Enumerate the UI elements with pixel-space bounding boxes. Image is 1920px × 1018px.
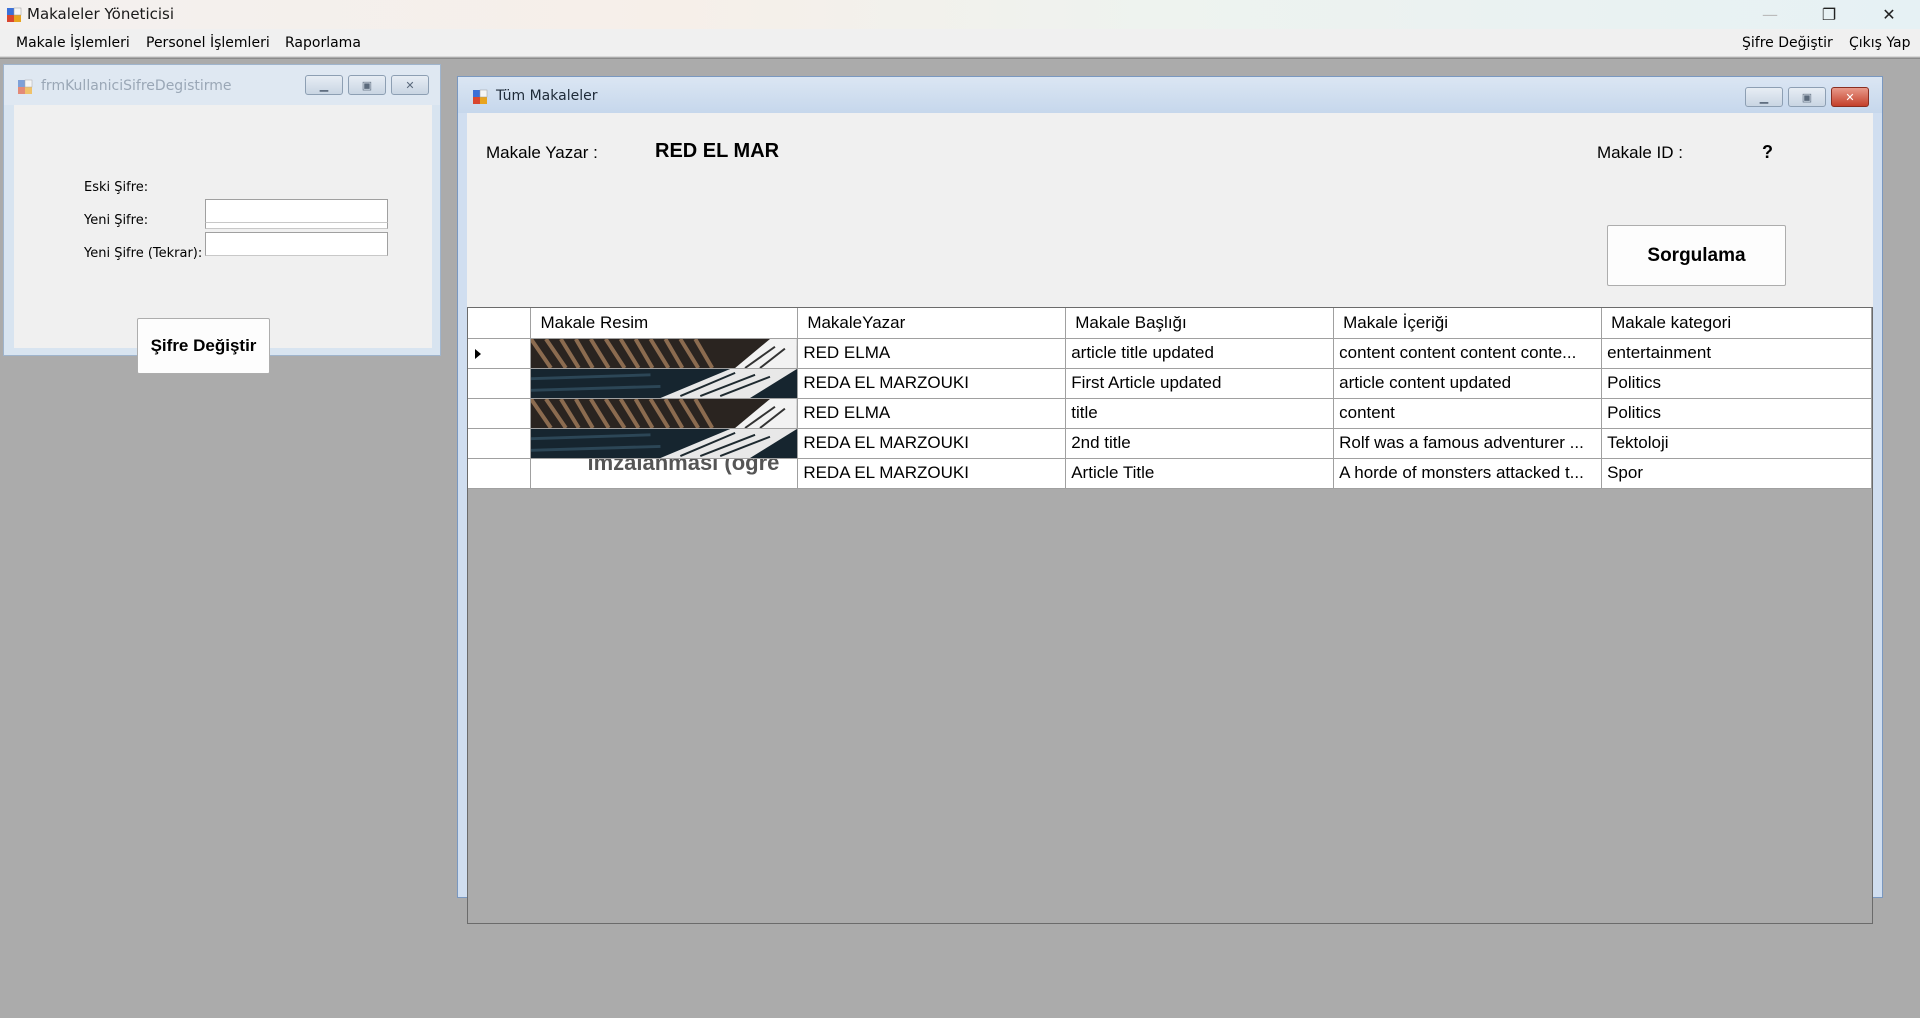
cell-title[interactable]: Article Title <box>1065 458 1335 489</box>
cell-category[interactable]: Politics <box>1601 368 1872 399</box>
table-row[interactable]: imzalanması (öğre REDA EL MARZOUKI Artic… <box>468 458 1872 489</box>
article-image-cell[interactable] <box>530 338 799 369</box>
repeat-password-input[interactable] <box>205 232 388 256</box>
cell-category[interactable]: Tektoloji <box>1601 428 1872 459</box>
password-window-title: frmKullaniciSifreDegistirme <box>41 78 232 94</box>
row-header[interactable] <box>468 428 532 459</box>
menu-cikis-yap[interactable]: Çıkış Yap <box>1849 35 1911 51</box>
restore-icon[interactable]: ❐ <box>1806 0 1852 29</box>
old-password-label: Eski Şifre: <box>84 180 149 195</box>
articles-grid[interactable]: Makale Resim MakaleYazar Makale Başlığı … <box>467 307 1873 924</box>
table-row[interactable]: RED ELMA article title updated content c… <box>468 338 1872 369</box>
row-header[interactable] <box>468 398 532 429</box>
table-row[interactable]: RED ELMA title content Politics <box>468 398 1872 429</box>
menu-bar: Makale İşlemleri Personel İşlemleri Rapo… <box>0 29 1920 57</box>
row-header-corner <box>468 308 532 339</box>
article-image-cell[interactable] <box>530 428 799 459</box>
all-articles-window: Tüm Makaleler ▁ ▣ ✕ Makale Yazar : RED E… <box>457 76 1883 924</box>
row-header[interactable] <box>468 338 532 369</box>
cell-content[interactable]: A horde of monsters attacked t... <box>1333 458 1603 489</box>
close-icon[interactable]: ✕ <box>1831 87 1869 107</box>
query-button[interactable]: Sorgulama <box>1607 225 1786 286</box>
table-row[interactable]: REDA EL MARZOUKI 2nd title Rolf was a fa… <box>468 428 1872 459</box>
current-row-arrow-icon <box>475 348 481 359</box>
password-change-window: frmKullaniciSifreDegistirme ▁ ▣ ✕ Eski Ş… <box>3 64 441 374</box>
article-id-value: ? <box>1762 142 1773 162</box>
change-password-button[interactable]: Şifre Değiştir <box>137 318 270 374</box>
article-thumbnail: imzalanması (öğre <box>531 458 796 488</box>
cell-author[interactable]: RED ELMA <box>797 398 1067 429</box>
author-label: Makale Yazar : <box>486 143 598 162</box>
row-header[interactable] <box>468 368 532 399</box>
article-thumbnail <box>531 368 797 397</box>
minimize-icon[interactable]: ▁ <box>305 75 343 95</box>
row-header[interactable] <box>468 458 532 489</box>
minimize-icon[interactable]: — <box>1747 0 1793 29</box>
menu-personel-islemleri[interactable]: Personel İşlemleri <box>146 35 270 51</box>
cell-category[interactable]: Spor <box>1601 458 1872 489</box>
maximize-icon[interactable]: ▣ <box>1788 87 1826 107</box>
articles-table: Makale Resim MakaleYazar Makale Başlığı … <box>468 308 1872 489</box>
column-header-image[interactable]: Makale Resim <box>530 308 799 339</box>
column-header-title[interactable]: Makale Başlığı <box>1065 308 1335 339</box>
cell-title[interactable]: article title updated <box>1065 338 1335 369</box>
cell-author[interactable]: REDA EL MARZOUKI <box>797 368 1067 399</box>
author-value: RED EL MAR <box>655 140 780 162</box>
article-image-cell[interactable] <box>530 368 799 399</box>
password-window-controls: ▁ ▣ ✕ <box>305 75 429 95</box>
table-row[interactable]: REDA EL MARZOUKI First Article updated a… <box>468 368 1872 399</box>
column-header-author[interactable]: MakaleYazar <box>797 308 1067 339</box>
cell-title[interactable]: First Article updated <box>1065 368 1335 399</box>
articles-window-body: Makale Yazar : RED EL MAR Makale ID : ? … <box>467 113 1873 924</box>
cell-content[interactable]: Rolf was a famous adventurer ... <box>1333 428 1603 459</box>
article-thumbnail <box>531 428 797 457</box>
articles-window-controls: ▁ ▣ ✕ <box>1745 87 1869 107</box>
cell-content[interactable]: article content updated <box>1333 368 1603 399</box>
table-header-row: Makale Resim MakaleYazar Makale Başlığı … <box>468 308 1872 339</box>
close-icon[interactable]: ✕ <box>391 75 429 95</box>
repeat-password-label: Yeni Şifre (Tekrar): <box>84 246 203 261</box>
articles-window-caption[interactable]: Tüm Makaleler ▁ ▣ ✕ <box>458 77 1882 113</box>
password-window-caption[interactable]: frmKullaniciSifreDegistirme ▁ ▣ ✕ <box>4 65 440 105</box>
password-form-body: Eski Şifre: Yeni Şifre: Yeni Şifre (Tekr… <box>14 105 432 374</box>
menu-sifre-degistir[interactable]: Şifre Değiştir <box>1742 35 1833 51</box>
cell-title[interactable]: title <box>1065 398 1335 429</box>
app-icon <box>7 7 22 22</box>
app-title: Makaleler Yöneticisi <box>27 5 175 23</box>
cell-author[interactable]: REDA EL MARZOUKI <box>797 458 1067 489</box>
new-password-label: Yeni Şifre: <box>84 213 149 228</box>
cell-content[interactable]: content content content conte... <box>1333 338 1603 369</box>
maximize-icon[interactable]: ▣ <box>348 75 386 95</box>
column-header-content[interactable]: Makale İçeriği <box>1333 308 1603 339</box>
new-password-input[interactable] <box>205 199 388 223</box>
form-icon <box>473 89 488 104</box>
articles-window-title: Tüm Makaleler <box>496 88 598 104</box>
cell-content[interactable]: content <box>1333 398 1603 429</box>
article-image-cell[interactable] <box>530 398 799 429</box>
app-titlebar: Makaleler Yöneticisi — ❐ ✕ <box>0 0 1920 29</box>
menu-makale-islemleri[interactable]: Makale İşlemleri <box>16 35 130 51</box>
form-icon <box>18 79 33 94</box>
thumbnail-text: imzalanması (öğre <box>587 458 780 475</box>
cell-category[interactable]: Politics <box>1601 398 1872 429</box>
cell-title[interactable]: 2nd title <box>1065 428 1335 459</box>
menu-raporlama[interactable]: Raporlama <box>285 35 361 51</box>
cell-author[interactable]: REDA EL MARZOUKI <box>797 428 1067 459</box>
column-header-category[interactable]: Makale kategori <box>1601 308 1872 339</box>
close-icon[interactable]: ✕ <box>1866 0 1912 29</box>
article-thumbnail <box>531 338 797 367</box>
article-thumbnail <box>531 398 797 427</box>
cell-category[interactable]: entertainment <box>1601 338 1872 369</box>
cell-author[interactable]: RED ELMA <box>797 338 1067 369</box>
article-id-label: Makale ID : <box>1597 143 1683 162</box>
article-image-cell[interactable]: imzalanması (öğre <box>530 458 799 489</box>
minimize-icon[interactable]: ▁ <box>1745 87 1783 107</box>
